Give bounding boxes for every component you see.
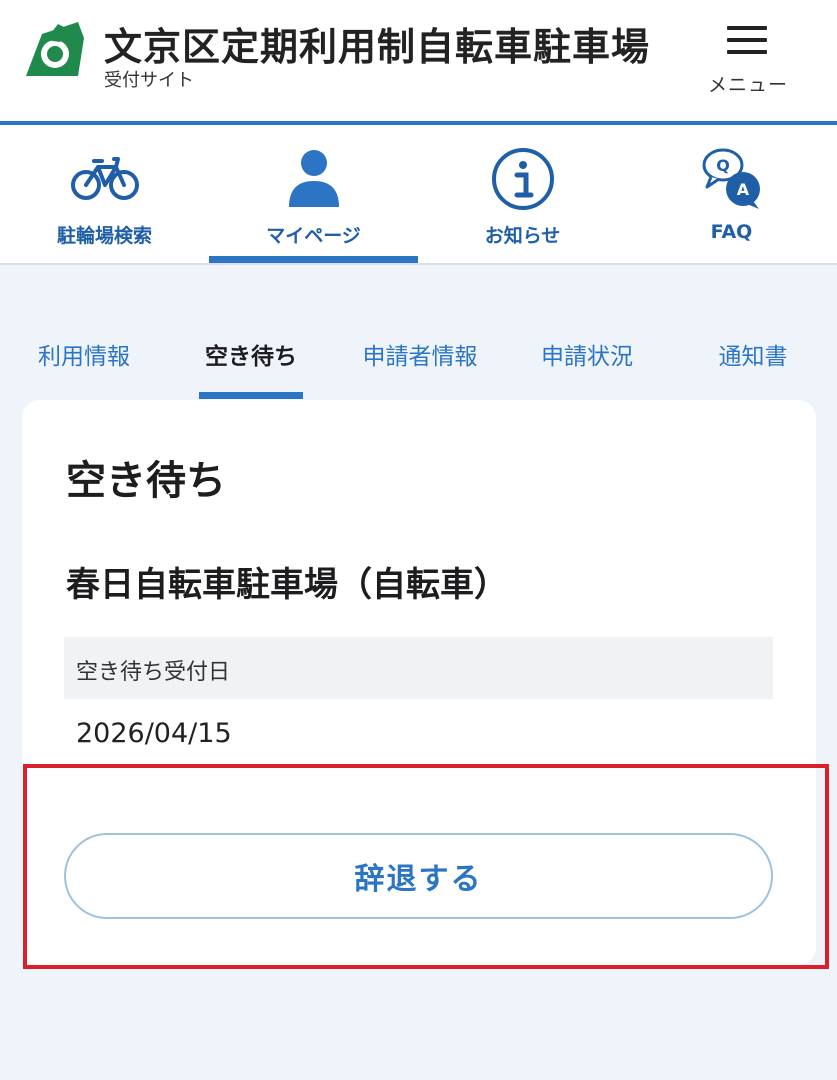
- nav-item-faq[interactable]: Q A FAQ: [627, 125, 836, 263]
- field-label: 空き待ち受付日: [76, 660, 231, 685]
- bicycle-icon: [70, 157, 139, 200]
- qa-icon: Q A: [702, 148, 760, 209]
- svg-text:A: A: [736, 180, 749, 199]
- tab-label: 申請者情報: [362, 344, 478, 370]
- tab-notice[interactable]: 通知書: [713, 337, 793, 399]
- card-title: 空き待ち: [66, 458, 226, 504]
- svg-text:Q: Q: [716, 156, 730, 175]
- nav-item-bicycle-search[interactable]: 駐輪場検索: [0, 125, 209, 263]
- tab-usage-info[interactable]: 利用情報: [32, 337, 136, 399]
- nav-item-news[interactable]: お知らせ: [418, 125, 627, 263]
- user-icon: [288, 150, 339, 207]
- tab-label: 申請状況: [541, 344, 633, 370]
- hamburger-icon: [727, 26, 767, 54]
- main-nav: 駐輪場検索 マイページ お知らせ Q A FAQ: [0, 125, 837, 265]
- field-label-row: 空き待ち受付日: [64, 637, 773, 699]
- nav-label: マイページ: [266, 225, 361, 247]
- bunkyo-logo-icon[interactable]: [20, 18, 90, 88]
- active-tab-indicator: [199, 392, 303, 399]
- tab-label: 利用情報: [38, 344, 130, 370]
- site-subtitle: 受付サイト: [104, 70, 194, 91]
- nav-label: 駐輪場検索: [56, 225, 152, 247]
- info-icon: [491, 148, 554, 210]
- menu-label: メニュー: [707, 74, 788, 96]
- tab-application-status[interactable]: 申請状況: [535, 337, 639, 399]
- withdraw-button[interactable]: 辞退する: [64, 833, 773, 919]
- site-title[interactable]: 文京区定期利用制自転車駐車場: [104, 16, 650, 71]
- nav-item-mypage[interactable]: マイページ: [209, 125, 418, 263]
- tab-waiting[interactable]: 空き待ち: [199, 337, 303, 399]
- facility-name: 春日自転車駐車場（自転車）: [66, 565, 508, 605]
- menu-button[interactable]: メニュー: [700, 18, 796, 96]
- field-value: 2026/04/15: [76, 718, 232, 749]
- tab-label: 空き待ち: [205, 344, 297, 370]
- site-header: 文京区定期利用制自転車駐車場 受付サイト メニュー: [0, 0, 837, 124]
- nav-label: お知らせ: [484, 225, 561, 247]
- tab-label: 通知書: [718, 344, 788, 370]
- tab-applicant-info[interactable]: 申請者情報: [355, 337, 485, 399]
- nav-label: FAQ: [710, 221, 753, 243]
